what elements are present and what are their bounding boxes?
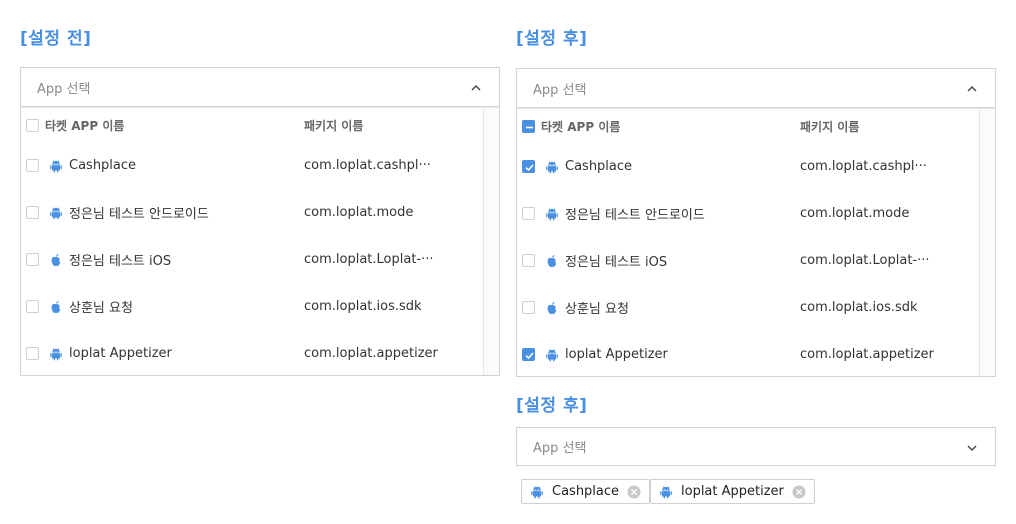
select-all-checkbox[interactable] xyxy=(26,119,39,132)
row-checkbox[interactable] xyxy=(522,207,535,220)
apple-icon xyxy=(545,254,559,268)
android-icon xyxy=(49,347,63,361)
selected-tag-loplat-appetizer: loplat Appetizer xyxy=(650,479,815,504)
app-name: Cashplace xyxy=(565,159,633,174)
package-name: com.loplat.appetizer xyxy=(304,346,438,361)
select-all-checkbox[interactable] xyxy=(522,120,535,133)
package-name: com.loplat.ios.sdk xyxy=(304,299,422,314)
after-title: [설정 후] xyxy=(516,29,588,49)
row-checkbox[interactable] xyxy=(26,206,39,219)
before-app-list: 타켓 APP 이름 패키지 이름 Cashplace com.loplat.cas… xyxy=(20,107,500,376)
list-header: 타켓 APP 이름 패키지 이름 xyxy=(517,109,995,143)
after-collapsed-select-panel: App 선택 xyxy=(516,427,996,466)
row-checkbox[interactable] xyxy=(26,253,39,266)
android-icon xyxy=(545,160,559,174)
android-icon xyxy=(49,159,63,173)
android-icon xyxy=(49,206,63,220)
header-package-name: 패키지 이름 xyxy=(800,119,860,134)
select-placeholder: App 선택 xyxy=(37,81,91,97)
list-item[interactable]: 정은님 테스트 안드로이드 com.loplat.mode xyxy=(517,190,995,237)
header-app-name: 타켓 APP 이름 xyxy=(541,119,621,134)
app-name-cell: 상훈님 요청 xyxy=(49,297,133,316)
header-package-name: 패키지 이름 xyxy=(304,118,364,133)
row-checkbox[interactable] xyxy=(522,254,535,267)
list-item[interactable]: 정은님 테스트 iOS com.loplat.Loplat-··· xyxy=(21,236,499,283)
list-item[interactable]: 상훈님 요청 com.loplat.ios.sdk xyxy=(21,283,499,330)
app-name: Cashplace xyxy=(69,158,137,173)
after-collapsed-app-select[interactable]: App 선택 xyxy=(516,427,996,466)
before-app-select-panel: App 선택 타켓 APP 이름 패키지 이름 Cashplace com.lop… xyxy=(20,67,500,376)
app-name: 정은님 테스트 안드로이드 xyxy=(565,208,705,223)
chevron-down-icon xyxy=(967,445,977,451)
app-name-cell: loplat Appetizer xyxy=(545,347,668,362)
row-checkbox[interactable] xyxy=(522,348,535,361)
app-name: 정은님 테스트 안드로이드 xyxy=(69,207,209,222)
apple-icon xyxy=(49,300,63,314)
select-placeholder: App 선택 xyxy=(533,441,587,456)
row-checkbox[interactable] xyxy=(522,301,535,314)
android-icon xyxy=(545,348,559,362)
list-item[interactable]: loplat Appetizer com.loplat.appetizer xyxy=(21,330,499,375)
app-name-cell: 상훈님 요청 xyxy=(545,298,629,317)
tag-label: Cashplace xyxy=(552,484,620,499)
select-placeholder: App 선택 xyxy=(533,82,587,98)
list-item[interactable]: 상훈님 요청 com.loplat.ios.sdk xyxy=(517,284,995,331)
app-name: 정은님 테스트 iOS xyxy=(69,254,172,269)
app-name-cell: Cashplace xyxy=(49,158,136,173)
app-name-cell: 정은님 테스트 안드로이드 xyxy=(545,204,705,223)
app-name: 정은님 테스트 iOS xyxy=(565,255,668,270)
after-app-select[interactable]: App 선택 xyxy=(516,68,996,108)
row-checkbox[interactable] xyxy=(522,160,535,173)
chevron-up-icon xyxy=(471,85,481,91)
app-name: 상훈님 요청 xyxy=(565,302,629,317)
package-name: com.loplat.ios.sdk xyxy=(800,300,918,315)
list-item[interactable]: 정은님 테스트 안드로이드 com.loplat.mode xyxy=(21,189,499,236)
row-checkbox[interactable] xyxy=(26,159,39,172)
after-collapsed-title: [설정 후] xyxy=(516,396,588,416)
list-item[interactable]: Cashplace com.loplat.cashpl··· xyxy=(21,142,499,189)
app-name: loplat Appetizer xyxy=(69,346,172,361)
package-name: com.loplat.appetizer xyxy=(800,347,934,362)
apple-icon xyxy=(545,301,559,315)
list-item[interactable]: Cashplace com.loplat.cashpl··· xyxy=(517,143,995,190)
before-app-select[interactable]: App 선택 xyxy=(20,67,500,107)
apple-icon xyxy=(49,253,63,267)
package-name: com.loplat.cashpl··· xyxy=(304,158,431,173)
list-item[interactable]: loplat Appetizer com.loplat.appetizer xyxy=(517,331,995,376)
android-icon xyxy=(545,207,559,221)
header-app-name: 타켓 APP 이름 xyxy=(45,118,125,133)
package-name: com.loplat.cashpl··· xyxy=(800,159,927,174)
app-name-cell: Cashplace xyxy=(545,159,632,174)
list-item[interactable]: 정은님 테스트 iOS com.loplat.Loplat-··· xyxy=(517,237,995,284)
after-app-list: 타켓 APP 이름 패키지 이름 Cashplace com.loplat.cas… xyxy=(516,108,996,377)
app-name: loplat Appetizer xyxy=(565,347,668,362)
close-circle-icon[interactable] xyxy=(627,485,641,499)
app-name-cell: 정은님 테스트 iOS xyxy=(49,250,171,269)
android-icon xyxy=(659,485,673,499)
row-checkbox[interactable] xyxy=(26,347,39,360)
close-circle-icon[interactable] xyxy=(792,485,806,499)
before-title: [설정 전] xyxy=(20,29,92,49)
app-name-cell: loplat Appetizer xyxy=(49,346,172,361)
app-name-cell: 정은님 테스트 iOS xyxy=(545,251,667,270)
list-header: 타켓 APP 이름 패키지 이름 xyxy=(21,108,499,142)
selected-tag-cashplace: Cashplace xyxy=(521,479,651,504)
package-name: com.loplat.mode xyxy=(304,205,414,220)
package-name: com.loplat.Loplat-··· xyxy=(304,252,434,267)
chevron-up-icon xyxy=(967,86,977,92)
package-name: com.loplat.Loplat-··· xyxy=(800,253,930,268)
after-app-select-panel: App 선택 타켓 APP 이름 패키지 이름 Cashplace com.lop… xyxy=(516,68,996,377)
package-name: com.loplat.mode xyxy=(800,206,910,221)
app-name: 상훈님 요청 xyxy=(69,301,133,316)
row-checkbox[interactable] xyxy=(26,300,39,313)
tag-label: loplat Appetizer xyxy=(681,484,784,499)
android-icon xyxy=(530,485,544,499)
app-name-cell: 정은님 테스트 안드로이드 xyxy=(49,203,209,222)
